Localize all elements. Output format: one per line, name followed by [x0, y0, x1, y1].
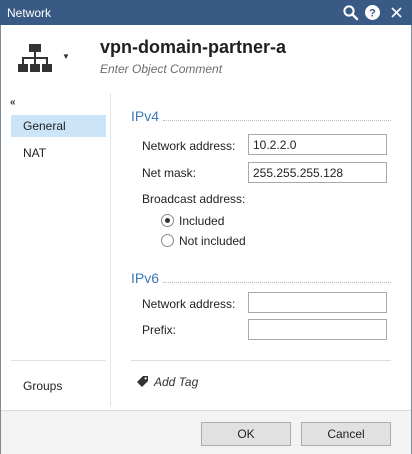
icon-dropdown-caret-icon[interactable]: ▼ [62, 52, 70, 61]
ipv6-network-address-label: Network address: [142, 297, 236, 311]
sidebar-item-groups[interactable]: Groups [11, 375, 106, 397]
dialog-footer: OK Cancel [1, 410, 411, 454]
network-icon[interactable] [17, 43, 53, 73]
ipv4-net-mask-label: Net mask: [142, 166, 197, 180]
sidebar-divider [11, 360, 106, 361]
ipv6-prefix-input[interactable] [248, 319, 387, 340]
sidebar-item-general[interactable]: General [11, 115, 106, 137]
object-name[interactable]: vpn-domain-partner-a [100, 37, 286, 58]
ipv6-prefix-label: Prefix: [142, 323, 177, 337]
title-bar: Network ? [0, 0, 412, 25]
help-icon[interactable]: ? [364, 4, 381, 21]
sidebar-item-nat[interactable]: NAT [11, 142, 106, 164]
svg-text:?: ? [369, 8, 376, 20]
ipv6-network-address-input[interactable] [248, 292, 387, 313]
add-tag-link[interactable]: Add Tag [154, 375, 198, 389]
object-comment-field[interactable]: Enter Object Comment [100, 62, 222, 76]
ipv4-section-title: IPv4 [131, 108, 160, 124]
ipv4-network-address-label: Network address: [142, 139, 236, 153]
ipv4-net-mask-input[interactable] [248, 162, 387, 183]
broadcast-not-included-label: Not included [179, 234, 246, 248]
close-icon[interactable] [388, 4, 405, 21]
tags-divider [131, 360, 391, 361]
ipv6-divider [163, 282, 391, 283]
collapse-sidebar-icon[interactable]: « [10, 97, 16, 108]
broadcast-included-radio[interactable] [161, 214, 174, 227]
sidebar: « General NAT Groups [1, 93, 111, 406]
ok-button[interactable]: OK [201, 422, 291, 446]
broadcast-address-label: Broadcast address: [142, 192, 246, 206]
cancel-button[interactable]: Cancel [301, 422, 391, 446]
search-icon[interactable] [342, 4, 359, 21]
window-title: Network [7, 6, 52, 20]
broadcast-not-included-radio[interactable] [161, 234, 174, 247]
tag-icon[interactable] [137, 375, 149, 387]
object-header: ▼ vpn-domain-partner-a Enter Object Comm… [1, 25, 411, 88]
dialog-window: ▼ vpn-domain-partner-a Enter Object Comm… [0, 25, 412, 454]
ipv4-divider [163, 120, 391, 121]
ipv4-network-address-input[interactable] [248, 134, 387, 155]
broadcast-included-label: Included [179, 214, 225, 228]
ipv6-section-title: IPv6 [131, 270, 160, 286]
